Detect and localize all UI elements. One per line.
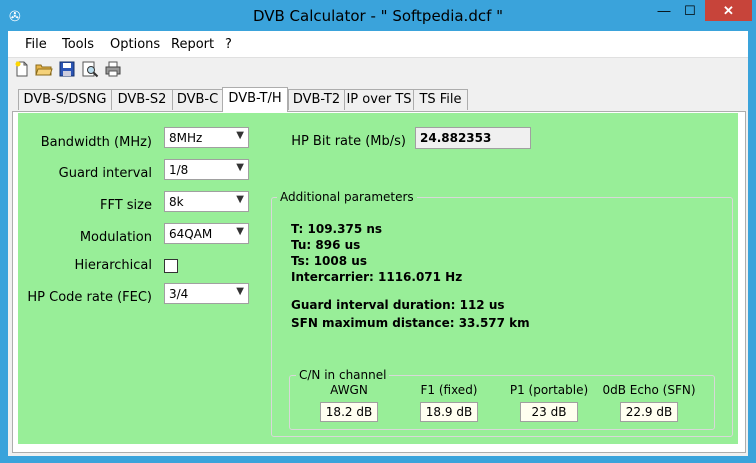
param-guard-duration: Guard interval duration: 112 us: [291, 298, 505, 312]
cn-header-echo: 0dB Echo (SFN): [602, 383, 696, 397]
param-sfn-distance: SFN maximum distance: 33.577 km: [291, 316, 530, 330]
bandwidth-label: Bandwidth (MHz): [40, 135, 152, 150]
menu-help[interactable]: ?: [225, 37, 232, 52]
bandwidth-select[interactable]: 8MHz ▼: [164, 127, 249, 148]
chevron-down-icon: ▼: [236, 162, 244, 173]
menu-file[interactable]: File: [25, 37, 47, 52]
additional-parameters-title: Additional parameters: [277, 190, 417, 204]
maximize-button[interactable]: ☐: [677, 0, 703, 21]
chevron-down-icon: ▼: [236, 194, 244, 205]
tab-dvb-t-h[interactable]: DVB-T/H: [222, 87, 288, 112]
param-t: T: 109.375 ns: [291, 222, 383, 236]
tab-dvb-c[interactable]: DVB-C: [172, 89, 223, 110]
cn-value-echo: 22.9 dB: [620, 402, 678, 422]
menu-options[interactable]: Options: [110, 37, 160, 52]
save-icon[interactable]: [58, 60, 76, 78]
fft-size-select[interactable]: 8k ▼: [164, 191, 249, 212]
cn-header-p1: P1 (portable): [509, 383, 589, 397]
menu-tools[interactable]: Tools: [62, 37, 94, 52]
close-button[interactable]: ✕: [705, 0, 752, 21]
modulation-label: Modulation: [79, 230, 152, 245]
hierarchical-label: Hierarchical: [74, 258, 152, 273]
open-icon[interactable]: [35, 60, 53, 78]
minimize-button[interactable]: —: [651, 0, 677, 21]
modulation-select[interactable]: 64QAM ▼: [164, 223, 249, 244]
hierarchical-checkbox[interactable]: [164, 259, 178, 273]
chevron-down-icon: ▼: [236, 226, 244, 237]
hp-code-rate-label: HP Code rate (FEC): [27, 290, 152, 305]
hp-code-rate-select[interactable]: 3/4 ▼: [164, 283, 249, 304]
print-preview-icon[interactable]: [81, 60, 99, 78]
cn-value-awgn: 18.2 dB: [320, 402, 378, 422]
guard-interval-label: Guard interval: [58, 166, 152, 181]
cn-channel-title: C/N in channel: [296, 368, 390, 382]
fft-size-label: FFT size: [99, 198, 152, 213]
tab-dvb-s2[interactable]: DVB-S2: [111, 89, 173, 110]
cn-value-f1: 18.9 dB: [420, 402, 478, 422]
param-ts: Ts: 1008 us: [291, 254, 367, 268]
toolbar: [8, 58, 748, 83]
menu-bar: File Tools Options Report ?: [8, 31, 748, 58]
print-icon[interactable]: [104, 60, 122, 78]
cn-value-p1: 23 dB: [520, 402, 578, 422]
tab-ip-over-ts[interactable]: IP over TS: [344, 89, 414, 110]
window-title: DVB Calculator - " Softpedia.dcf ": [252, 7, 504, 25]
chevron-down-icon: ▼: [236, 286, 244, 297]
title-bar[interactable]: ✇ DVB Calculator - " Softpedia.dcf " — ☐…: [0, 0, 756, 31]
tab-ts-file[interactable]: TS File: [413, 89, 468, 110]
hp-bitrate-output: 24.882353: [415, 127, 531, 149]
tab-dvb-t2[interactable]: DVB-T2: [288, 89, 345, 110]
app-window: ✇ DVB Calculator - " Softpedia.dcf " — ☐…: [0, 0, 756, 463]
guard-interval-select[interactable]: 1/8 ▼: [164, 159, 249, 180]
chevron-down-icon: ▼: [236, 130, 244, 141]
hp-bitrate-label: HP Bit rate (Mb/s): [291, 134, 406, 149]
dvb-th-panel: Bandwidth (MHz) 8MHz ▼ Guard interval 1/8…: [18, 113, 738, 444]
tab-dvb-s-dsng[interactable]: DVB-S/DSNG: [18, 89, 112, 110]
new-icon[interactable]: [13, 60, 31, 78]
tab-strip: DVB-S/DSNG DVB-S2 DVB-C DVB-T/H DVB-T2 I…: [8, 87, 748, 113]
cn-header-awgn: AWGN: [330, 383, 368, 397]
cn-header-f1: F1 (fixed): [420, 383, 478, 397]
param-tu: Tu: 896 us: [291, 238, 361, 252]
menu-report[interactable]: Report: [171, 37, 214, 52]
param-intercarrier: Intercarrier: 1116.071 Hz: [291, 270, 463, 284]
